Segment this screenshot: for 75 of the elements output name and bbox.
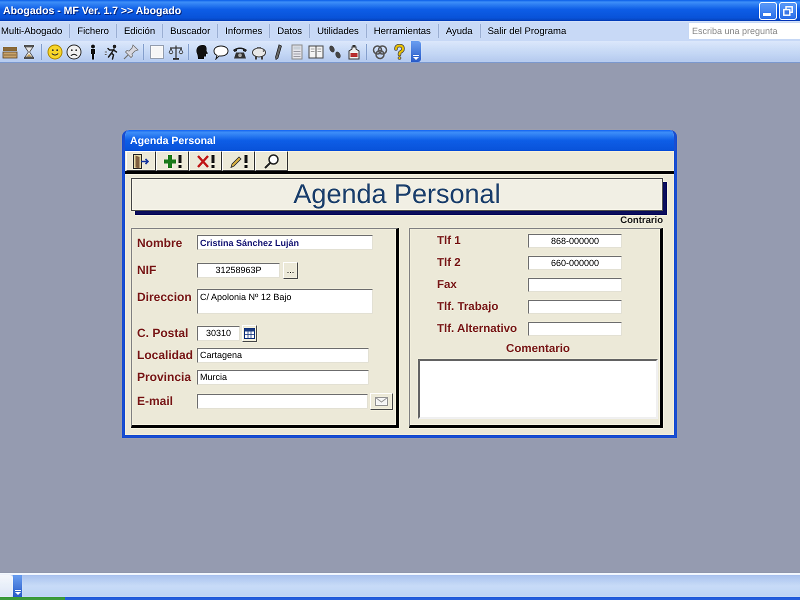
field-label: Tlf. Alternativo [437,323,518,335]
menu-item[interactable]: Herramientas [366,26,438,36]
menu-item[interactable]: Fichero [70,26,116,36]
menu-item[interactable]: Ayuda [438,26,480,36]
running-person-icon[interactable] [104,44,120,60]
banner-title: Agenda Personal [293,179,501,210]
section-label: Contrario [620,215,663,226]
scales-icon[interactable] [168,44,184,60]
sad-face-icon[interactable] [66,44,82,60]
field-label: Fax [437,279,458,291]
toolbar-button[interactable] [189,151,222,171]
help-search-field[interactable]: Escriba una pregunta [689,23,800,39]
field-label: Tlf. Trabajo [437,301,500,313]
menu-item[interactable]: Salir del Programa [480,26,574,36]
field-label: Nombre [137,236,184,250]
field-label: Localidad [137,348,194,362]
input-field[interactable] [197,394,368,408]
pencil-exclamation-icon [230,154,248,168]
rings-icon[interactable] [372,44,388,60]
caret-icon [14,590,20,595]
cross-exclamation-icon [196,154,214,168]
mail-button[interactable] [370,392,393,410]
input-field[interactable] [528,300,622,314]
toolbar-options-button[interactable] [411,41,421,62]
lookup-button[interactable]: ... [283,262,298,278]
minimize-button[interactable] [759,2,777,20]
field-label: Direccion [137,290,193,304]
input-field[interactable]: 31258963P [197,262,280,278]
field-label: Provincia [137,370,192,384]
input-field[interactable]: 868-000000 [528,234,622,248]
start-button[interactable] [0,597,65,600]
door-arrow-icon [133,154,149,168]
text-area[interactable]: C/ Apolonia Nº 12 Bajo [197,289,373,314]
input-field[interactable]: Murcia [197,370,369,384]
toolbar-button[interactable] [222,151,255,171]
comment-text-area[interactable] [418,359,658,419]
field-label: E-mail [137,394,174,408]
open-book-icon[interactable] [308,44,324,60]
restore-button[interactable] [779,2,797,20]
input-field[interactable]: Cartagena [197,348,369,362]
toolbar-button[interactable] [126,151,156,171]
caret-icon [413,55,419,60]
plus-exclamation-icon [164,154,182,168]
smiley-icon[interactable] [46,44,62,60]
input-field[interactable]: 30310 [197,326,240,340]
dialog-title: Agenda Personal [130,134,216,146]
toolbar-button[interactable] [255,151,288,171]
field-label: Comentario [506,343,570,355]
menu-item[interactable]: Edición [116,26,162,36]
table-icon [244,328,255,338]
input-field[interactable]: Cristina Sánchez Luján [197,235,373,250]
field-label: Tlf 1 [437,235,462,247]
toolbar-options-button[interactable] [13,575,22,597]
menu-item[interactable]: Utilidades [310,26,366,36]
input-field[interactable] [528,322,622,336]
toolbar-button[interactable] [156,151,189,171]
bottle-icon[interactable] [346,44,362,60]
field-label: C. Postal [137,326,190,340]
menu-item[interactable]: Multi-Abogado [0,26,70,36]
input-field[interactable] [528,278,622,292]
speech-bubble-icon[interactable] [212,44,228,60]
search-icon [264,154,279,168]
picker-button[interactable] [242,324,257,342]
restore-icon [783,6,793,16]
footprints-icon[interactable] [326,44,342,60]
minimize-icon [762,12,770,16]
menu-item[interactable]: Datos [270,26,310,36]
field-label: Tlf 2 [437,257,462,269]
head-icon[interactable] [194,44,210,60]
envelope-icon [375,396,388,406]
window-title: Abogados - MF Ver. 1.7 >> Abogado [2,4,182,16]
menu-item[interactable]: Buscador [163,26,218,36]
input-field[interactable]: 660-000000 [528,256,622,270]
menu-item[interactable]: Informes [218,26,270,36]
field-label: NIF [137,263,158,277]
